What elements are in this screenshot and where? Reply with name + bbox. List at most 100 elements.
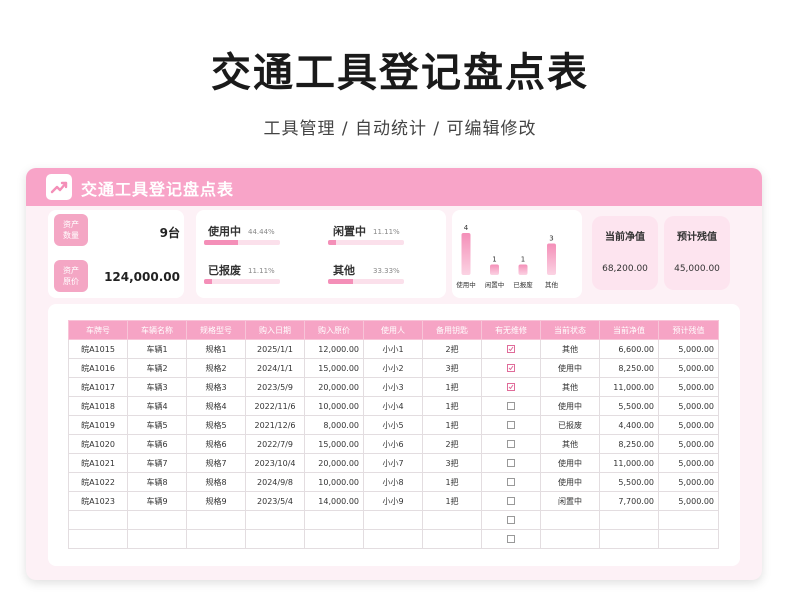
table-cell[interactable]: 3把 (422, 453, 482, 473)
table-cell[interactable]: 使用中 (540, 396, 600, 416)
table-cell[interactable] (540, 510, 600, 530)
table-cell[interactable]: 14,000.00 (304, 491, 364, 511)
table-cell[interactable]: 3把 (422, 358, 482, 378)
table-cell[interactable]: 2023/5/9 (245, 377, 305, 397)
table-cell[interactable]: 小小7 (363, 453, 423, 473)
table-cell[interactable]: 使用中 (540, 453, 600, 473)
unchecked-checkbox[interactable] (507, 459, 515, 467)
table-cell[interactable]: 20,000.00 (304, 453, 364, 473)
table-cell[interactable]: 车辆8 (127, 472, 187, 492)
table-cell[interactable]: 小小4 (363, 396, 423, 416)
table-cell[interactable]: 皖A1020 (68, 434, 128, 454)
table-cell[interactable] (363, 529, 423, 549)
table-cell[interactable]: 2025/1/1 (245, 339, 305, 359)
unchecked-checkbox[interactable] (507, 421, 515, 429)
table-cell[interactable]: 20,000.00 (304, 377, 364, 397)
table-cell[interactable]: 15,000.00 (304, 434, 364, 454)
table-cell[interactable]: 5,500.00 (599, 472, 659, 492)
table-cell[interactable]: 使用中 (540, 358, 600, 378)
column-header[interactable]: 使用人 (363, 320, 423, 340)
table-cell[interactable]: 5,000.00 (658, 377, 719, 397)
table-cell[interactable]: 其他 (540, 377, 600, 397)
table-cell[interactable]: 8,250.00 (599, 434, 659, 454)
table-cell[interactable]: 2024/1/1 (245, 358, 305, 378)
table-cell[interactable]: 小小6 (363, 434, 423, 454)
table-cell[interactable]: 规格7 (186, 453, 246, 473)
table-cell[interactable] (304, 529, 364, 549)
table-cell[interactable]: 车辆1 (127, 339, 187, 359)
table-cell[interactable]: 小小5 (363, 415, 423, 435)
table-cell[interactable]: 10,000.00 (304, 396, 364, 416)
table-cell[interactable]: 2021/12/6 (245, 415, 305, 435)
table-cell[interactable]: 11,000.00 (599, 377, 659, 397)
table-cell[interactable] (186, 510, 246, 530)
table-cell[interactable]: 7,700.00 (599, 491, 659, 511)
table-cell[interactable] (658, 529, 719, 549)
table-cell[interactable]: 5,000.00 (658, 339, 719, 359)
table-cell[interactable]: 1把 (422, 491, 482, 511)
table-cell[interactable]: 2022/11/6 (245, 396, 305, 416)
table-cell[interactable]: 11,000.00 (599, 453, 659, 473)
table-cell[interactable]: 15,000.00 (304, 358, 364, 378)
table-cell[interactable]: 小小9 (363, 491, 423, 511)
table-cell[interactable]: 规格4 (186, 396, 246, 416)
column-header[interactable]: 备用钥匙 (422, 320, 482, 340)
column-header[interactable]: 当前净值 (599, 320, 659, 340)
table-cell[interactable] (658, 510, 719, 530)
table-cell[interactable]: 规格3 (186, 377, 246, 397)
table-cell[interactable]: 皖A1019 (68, 415, 128, 435)
table-cell[interactable]: 车辆4 (127, 396, 187, 416)
table-cell[interactable] (68, 529, 128, 549)
table-cell[interactable]: 规格9 (186, 491, 246, 511)
unchecked-checkbox[interactable] (507, 535, 515, 543)
table-cell[interactable]: 规格2 (186, 358, 246, 378)
table-cell[interactable]: 1把 (422, 415, 482, 435)
table-cell[interactable]: 规格8 (186, 472, 246, 492)
table-cell[interactable]: 车辆2 (127, 358, 187, 378)
table-cell[interactable]: 5,000.00 (658, 491, 719, 511)
column-header[interactable]: 购入日期 (245, 320, 305, 340)
table-cell[interactable]: 5,000.00 (658, 415, 719, 435)
table-cell[interactable]: 2024/9/8 (245, 472, 305, 492)
table-cell[interactable]: 车辆6 (127, 434, 187, 454)
table-cell[interactable]: 小小2 (363, 358, 423, 378)
table-cell[interactable]: 5,500.00 (599, 396, 659, 416)
table-cell[interactable] (304, 510, 364, 530)
table-cell[interactable]: 8,000.00 (304, 415, 364, 435)
table-cell[interactable]: 皖A1018 (68, 396, 128, 416)
table-cell[interactable]: 2把 (422, 339, 482, 359)
table-cell[interactable]: 已报废 (540, 415, 600, 435)
table-cell[interactable] (245, 510, 305, 530)
table-cell[interactable]: 车辆5 (127, 415, 187, 435)
table-cell[interactable]: 其他 (540, 339, 600, 359)
table-cell[interactable]: 4,400.00 (599, 415, 659, 435)
table-cell[interactable] (422, 510, 482, 530)
column-header[interactable]: 有无维修 (481, 320, 541, 340)
table-cell[interactable]: 使用中 (540, 472, 600, 492)
table-cell[interactable]: 皖A1022 (68, 472, 128, 492)
column-header[interactable]: 预计残值 (658, 320, 719, 340)
table-cell[interactable]: 规格5 (186, 415, 246, 435)
column-header[interactable]: 规格型号 (186, 320, 246, 340)
table-cell[interactable]: 8,250.00 (599, 358, 659, 378)
unchecked-checkbox[interactable] (507, 497, 515, 505)
table-cell[interactable]: 1把 (422, 472, 482, 492)
table-cell[interactable] (127, 510, 187, 530)
table-cell[interactable]: 12,000.00 (304, 339, 364, 359)
checked-checkbox[interactable] (507, 345, 515, 353)
table-cell[interactable]: 车辆3 (127, 377, 187, 397)
table-cell[interactable]: 5,000.00 (658, 472, 719, 492)
table-cell[interactable]: 皖A1023 (68, 491, 128, 511)
table-cell[interactable]: 皖A1015 (68, 339, 128, 359)
unchecked-checkbox[interactable] (507, 402, 515, 410)
column-header[interactable]: 当前状态 (540, 320, 600, 340)
table-cell[interactable]: 小小1 (363, 339, 423, 359)
table-cell[interactable]: 1把 (422, 396, 482, 416)
table-cell[interactable]: 1把 (422, 377, 482, 397)
table-cell[interactable] (363, 510, 423, 530)
column-header[interactable]: 车牌号 (68, 320, 128, 340)
checked-checkbox[interactable] (507, 383, 515, 391)
column-header[interactable]: 购入原价 (304, 320, 364, 340)
table-cell[interactable]: 2把 (422, 434, 482, 454)
table-cell[interactable]: 5,000.00 (658, 434, 719, 454)
